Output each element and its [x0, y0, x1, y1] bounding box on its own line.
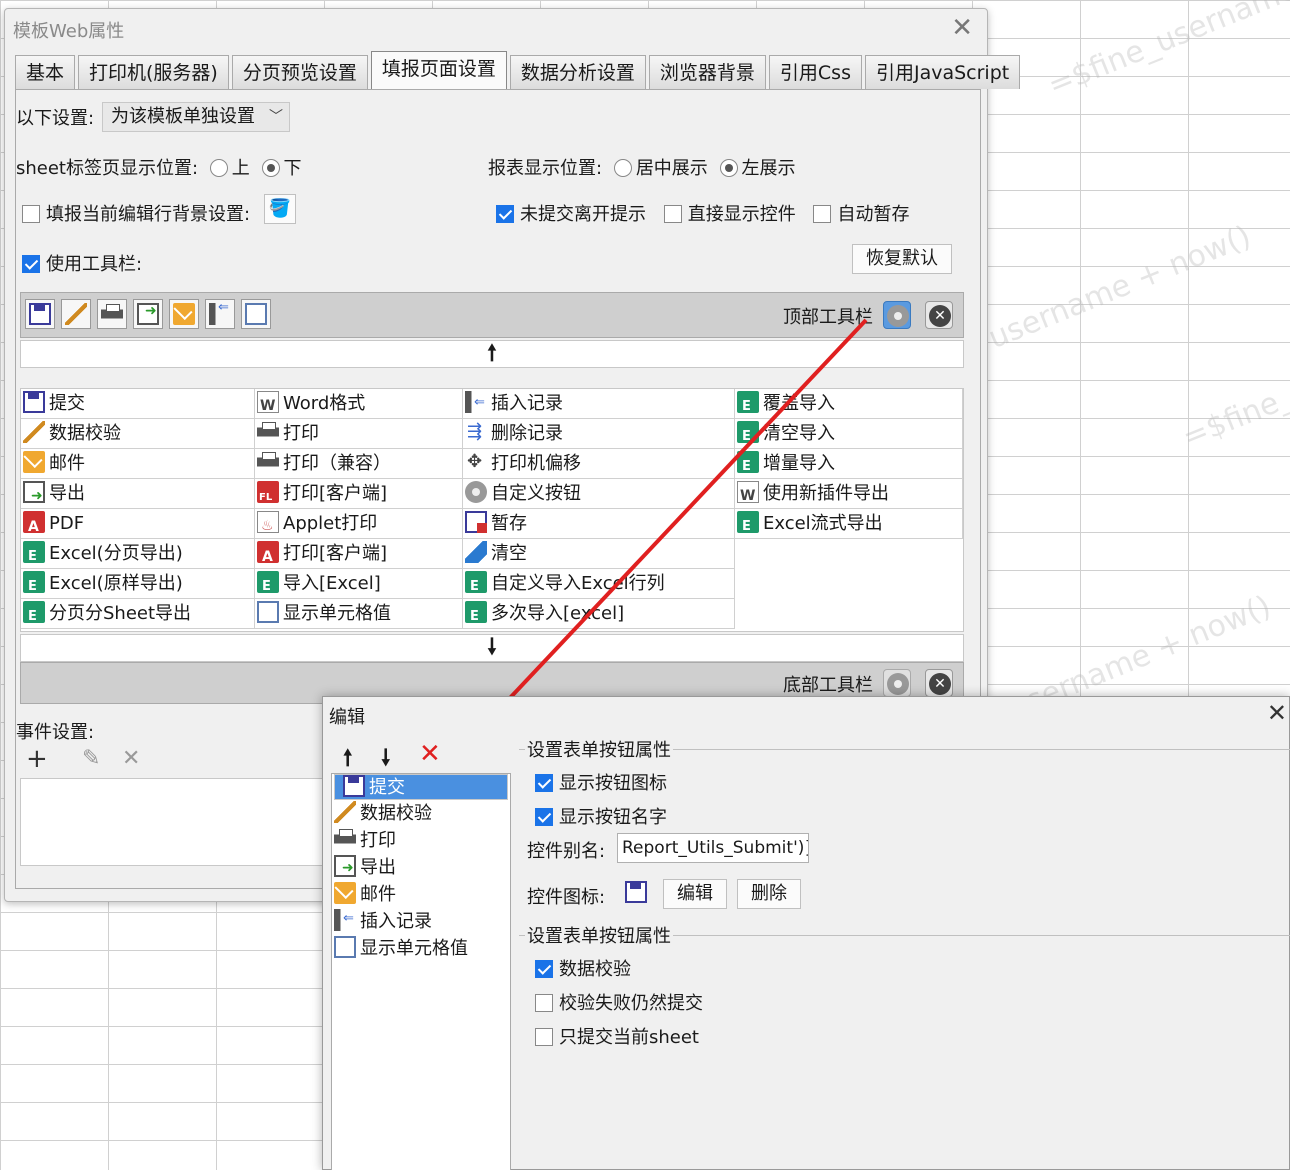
mail-icon — [334, 882, 356, 904]
show-icon-checkbox[interactable] — [535, 774, 553, 792]
button-icon-preview — [625, 881, 651, 904]
button-props-group: 设置表单按钮属性 — [519, 736, 1290, 762]
data-check-row: 数据校验 — [535, 955, 631, 981]
list-item-cell[interactable]: 显示单元格值 — [334, 936, 508, 962]
show-icon-row: 显示按钮图标 — [535, 769, 667, 795]
list-item-label: 打印 — [360, 830, 396, 851]
edit-dialog: 编辑 ✕ 🠕 🠗 ✕ 提交数据校验打印导出邮件插入记录显示单元格值 设置表单按钮… — [322, 696, 1290, 1170]
icon-label: 控件图标: — [527, 887, 606, 908]
fail-submit-label: 校验失败仍然提交 — [559, 993, 703, 1014]
list-item-label: 数据校验 — [360, 803, 432, 824]
list-item-label: 插入记录 — [360, 911, 432, 932]
list-item-export[interactable]: 导出 — [334, 855, 508, 881]
data-check-checkbox[interactable] — [535, 960, 553, 978]
check-icon — [334, 801, 356, 823]
list-item-ins[interactable]: 插入记录 — [334, 906, 508, 935]
list-item-label: 提交 — [369, 777, 405, 798]
button-props-title: 设置表单按钮属性 — [525, 736, 673, 762]
delete-icon-button[interactable]: 删除 — [737, 879, 801, 909]
list-item-label: 显示单元格值 — [360, 938, 468, 959]
export-icon — [334, 855, 356, 881]
data-check-label: 数据校验 — [559, 959, 631, 980]
list-item-check[interactable]: 数据校验 — [334, 801, 508, 827]
list-item-label: 导出 — [360, 857, 396, 878]
submit-props-title: 设置表单按钮属性 — [525, 922, 673, 948]
print-icon — [334, 828, 356, 850]
show-name-label: 显示按钮名字 — [559, 807, 667, 828]
submit-props-group: 设置表单按钮属性 — [519, 922, 1290, 948]
cell-icon — [334, 936, 356, 958]
submit-current-checkbox[interactable] — [535, 1028, 553, 1046]
ins-icon — [334, 906, 356, 932]
alias-input[interactable]: Report_Utils_Submit')} — [617, 833, 809, 863]
remove-button[interactable]: ✕ — [419, 739, 441, 769]
edit-dialog-title: 编辑 — [329, 707, 365, 728]
show-icon-label: 显示按钮图标 — [559, 773, 667, 794]
show-name-checkbox[interactable] — [535, 808, 553, 826]
close-icon[interactable]: ✕ — [1267, 699, 1287, 727]
save-icon — [343, 775, 365, 797]
edit-icon-button[interactable]: 编辑 — [663, 879, 727, 909]
fail-submit-checkbox[interactable] — [535, 994, 553, 1012]
submit-current-label: 只提交当前sheet — [559, 1027, 699, 1048]
show-name-row: 显示按钮名字 — [535, 803, 667, 829]
submit-current-row: 只提交当前sheet — [535, 1023, 699, 1049]
button-list: 提交数据校验打印导出邮件插入记录显示单元格值 — [331, 773, 511, 1170]
list-item-label: 邮件 — [360, 884, 396, 905]
fail-submit-row: 校验失败仍然提交 — [535, 989, 703, 1015]
save-icon — [625, 881, 647, 903]
list-item-mail[interactable]: 邮件 — [334, 882, 508, 908]
list-item-print[interactable]: 打印 — [334, 828, 508, 854]
alias-label: 控件别名: — [527, 841, 606, 862]
list-item-save[interactable]: 提交 — [334, 774, 508, 800]
